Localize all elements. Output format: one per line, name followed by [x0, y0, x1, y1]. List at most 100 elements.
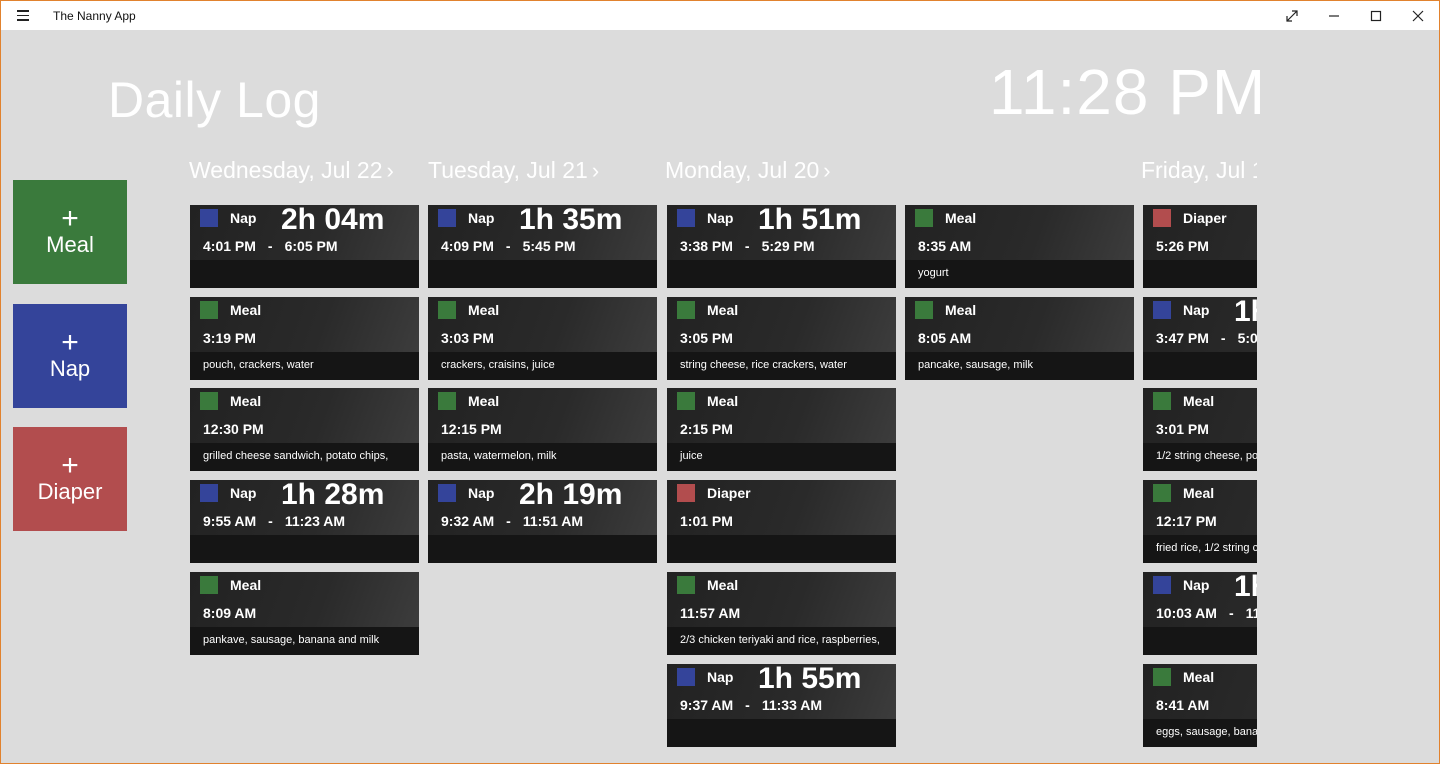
- entry-note-bar: [1143, 260, 1257, 288]
- entry-type: Nap: [468, 210, 495, 226]
- nap-color-swatch: [677, 668, 695, 686]
- close-icon[interactable]: [1397, 1, 1439, 30]
- entry-start-time: 9:55 AM: [203, 513, 257, 529]
- log-entry-nap[interactable]: Nap 1h 28m 9:55 AM -11:23 AM: [190, 480, 419, 563]
- maximize-icon[interactable]: [1355, 1, 1397, 30]
- log-entry-nap[interactable]: Nap 2h 04m 4:01 PM -6:05 PM: [190, 205, 419, 288]
- entry-start-time: 12:17 PM: [1156, 513, 1217, 529]
- entry-type: Meal: [707, 393, 739, 409]
- entry-type: Meal: [945, 210, 977, 226]
- nap-color-swatch: [438, 209, 456, 227]
- entry-note-bar: [428, 260, 657, 288]
- day-header-friday[interactable]: Friday, Jul 1: [1141, 157, 1257, 184]
- entry-start-time: 11:57 AM: [680, 605, 741, 621]
- day-header-monday[interactable]: Monday, Jul 20 ›: [665, 157, 831, 184]
- log-entry-meal[interactable]: Meal 11:57 AM 2/3 chicken teriyaki and ric…: [667, 572, 896, 655]
- entry-time: 4:01 PM -6:05 PM: [203, 238, 338, 254]
- entry-time: 8:09 AM: [203, 605, 256, 621]
- entry-note: pancake, sausage, milk: [918, 359, 1033, 371]
- entry-time: 9:55 AM -11:23 AM: [203, 513, 345, 529]
- entry-start-time: 9:37 AM: [680, 697, 734, 713]
- log-entry-diaper[interactable]: Diaper 5:26 PM: [1143, 205, 1257, 288]
- log-entry-nap[interactable]: Nap 1h 10:03 AM-11:: [1143, 572, 1257, 655]
- minimize-icon[interactable]: [1313, 1, 1355, 30]
- entry-type: Nap: [707, 210, 734, 226]
- entry-note-bar: [190, 535, 419, 563]
- entry-type: Meal: [945, 302, 977, 318]
- log-entry-nap[interactable]: Nap 1h 51m 3:38 PM -5:29 PM: [667, 205, 896, 288]
- log-entry-meal[interactable]: Meal 3:01 PM 1/2 string cheese, po: [1143, 388, 1257, 471]
- entry-note-bar: yogurt: [905, 260, 1134, 288]
- entry-note: pouch, crackers, water: [203, 359, 314, 371]
- nap-color-swatch: [1153, 576, 1171, 594]
- diaper-color-swatch: [677, 484, 695, 502]
- entry-note-bar: 1/2 string cheese, po: [1143, 443, 1257, 471]
- nap-color-swatch: [200, 484, 218, 502]
- meal-color-swatch: [200, 301, 218, 319]
- entry-duration: 1h 55m: [758, 664, 862, 695]
- entry-time-separator: -: [505, 238, 511, 254]
- add-nap-button[interactable]: + Nap: [13, 304, 127, 408]
- day-header-label: Friday, Jul 1: [1141, 157, 1257, 183]
- add-diaper-button[interactable]: + Diaper: [13, 427, 127, 531]
- entry-note: fried rice, 1/2 string c: [1156, 542, 1257, 554]
- log-entry-nap[interactable]: Nap 1h 55m 9:37 AM -11:33 AM: [667, 664, 896, 747]
- log-entry-meal[interactable]: Meal 12:30 PM grilled cheese sandwich, pot…: [190, 388, 419, 471]
- entry-note-bar: [1143, 627, 1257, 655]
- entry-start-time: 2:15 PM: [680, 421, 733, 437]
- entry-time: 3:03 PM: [441, 330, 494, 346]
- entry-start-time: 3:38 PM: [680, 238, 733, 254]
- day-header-wednesday[interactable]: Wednesday, Jul 22 ›: [189, 157, 394, 184]
- day-header-tuesday[interactable]: Tuesday, Jul 21 ›: [428, 157, 599, 184]
- entry-end-time: 11:33 AM: [761, 697, 823, 713]
- plus-icon: +: [61, 449, 79, 482]
- log-entry-meal[interactable]: Meal 12:17 PM fried rice, 1/2 string c: [1143, 480, 1257, 563]
- entry-note-bar: pouch, crackers, water: [190, 352, 419, 380]
- log-entry-meal[interactable]: Meal 3:05 PM string cheese, rice crackers,…: [667, 297, 896, 380]
- entry-note-bar: [667, 535, 896, 563]
- entry-time-separator: -: [745, 697, 750, 713]
- log-entry-meal[interactable]: Meal 3:03 PM crackers, craisins, juice: [428, 297, 657, 380]
- log-entry-nap[interactable]: Nap 1h 3:47 PM-5:05: [1143, 297, 1257, 380]
- entry-note-bar: pasta, watermelon, milk: [428, 443, 657, 471]
- entry-time: 9:37 AM -11:33 AM: [680, 697, 822, 713]
- nap-color-swatch: [438, 484, 456, 502]
- entry-time-separator: -: [267, 238, 273, 254]
- add-diaper-label: Diaper: [37, 479, 103, 504]
- entry-note: pankave, sausage, banana and milk: [203, 634, 380, 646]
- fullscreen-icon[interactable]: [1271, 1, 1313, 30]
- log-entry-meal[interactable]: Meal 3:19 PM pouch, crackers, water: [190, 297, 419, 380]
- entry-type: Meal: [1183, 669, 1215, 685]
- hamburger-menu-icon[interactable]: [1, 1, 45, 30]
- entry-note-bar: [428, 535, 657, 563]
- app-title: The Nanny App: [53, 8, 136, 23]
- entry-time-separator: -: [1228, 605, 1234, 621]
- log-entry-meal[interactable]: Meal 12:15 PM pasta, watermelon, milk: [428, 388, 657, 471]
- entry-duration: 1h: [1234, 297, 1257, 328]
- log-entry-nap[interactable]: Nap 1h 35m 4:09 PM -5:45 PM: [428, 205, 657, 288]
- log-entry-meal[interactable]: Meal 8:05 AM pancake, sausage, milk: [905, 297, 1134, 380]
- chevron-right-icon: ›: [591, 158, 600, 183]
- nap-color-swatch: [200, 209, 218, 227]
- entry-note-bar: [1143, 352, 1257, 380]
- log-entry-meal[interactable]: Meal 2:15 PM juice: [667, 388, 896, 471]
- entry-time: 1:01 PM: [680, 513, 733, 529]
- entry-duration: 2h 19m: [519, 480, 623, 511]
- log-entry-nap[interactable]: Nap 2h 19m 9:32 AM -11:51 AM: [428, 480, 657, 563]
- title-bar: The Nanny App: [1, 1, 1439, 30]
- entry-type: Nap: [707, 669, 734, 685]
- log-entry-meal[interactable]: Meal 8:35 AM yogurt: [905, 205, 1134, 288]
- log-entry-meal[interactable]: Meal 8:09 AM pankave, sausage, banana and …: [190, 572, 419, 655]
- entry-type: Meal: [230, 302, 262, 318]
- entry-type: Nap: [230, 210, 257, 226]
- log-entry-meal[interactable]: Meal 8:41 AM eggs, sausage, banan: [1143, 664, 1257, 747]
- diaper-color-swatch: [1153, 209, 1171, 227]
- log-entry-diaper[interactable]: Diaper 1:01 PM: [667, 480, 896, 563]
- entry-start-time: 3:03 PM: [441, 330, 494, 346]
- entry-time: 11:57 AM: [680, 605, 740, 621]
- entry-time: 12:15 PM: [441, 421, 502, 437]
- entry-start-time: 12:15 PM: [441, 421, 502, 437]
- add-meal-button[interactable]: + Meal: [13, 180, 127, 284]
- entry-type: Meal: [1183, 485, 1215, 501]
- entry-note-bar: pancake, sausage, milk: [905, 352, 1134, 380]
